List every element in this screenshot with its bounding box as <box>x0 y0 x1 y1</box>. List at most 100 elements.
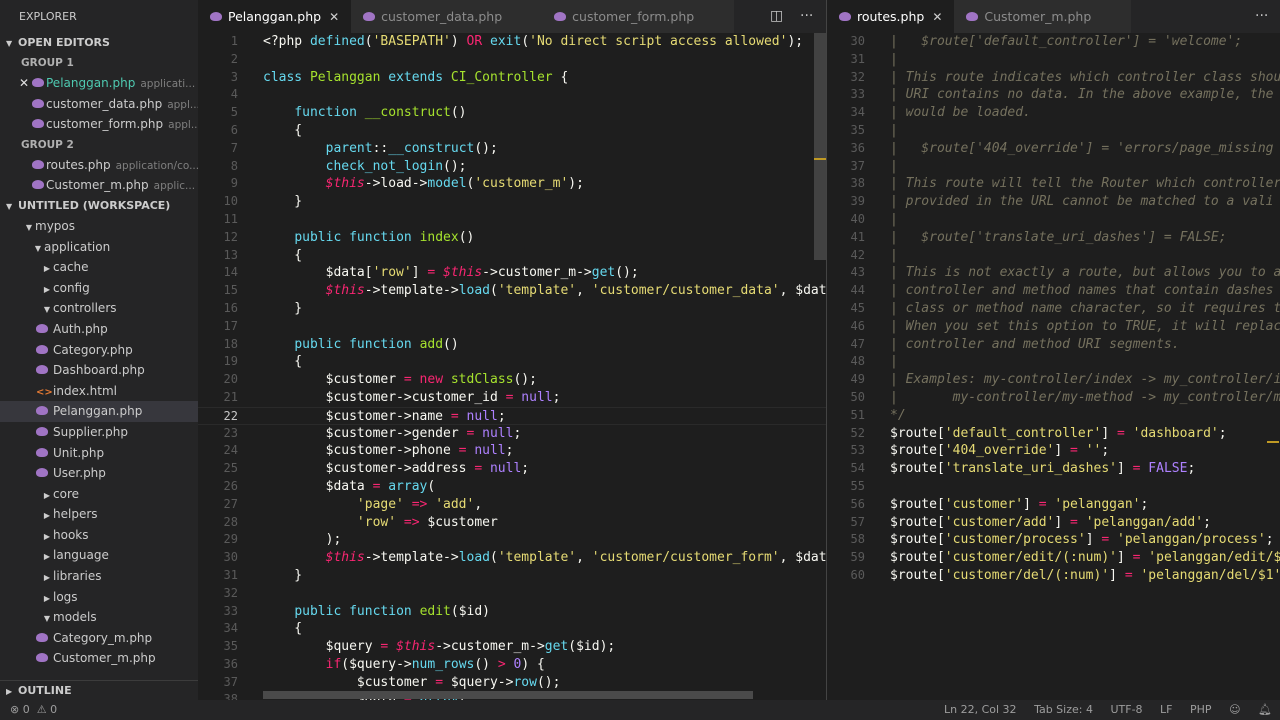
code-line[interactable]: 9 $this->load->model('customer_m'); <box>198 175 826 193</box>
code-line[interactable]: 14 $data['row'] = $this->customer_m->get… <box>198 264 826 282</box>
editor-group-2[interactable]: 30 | $route['default_controller'] = 'welc… <box>827 33 1280 700</box>
code-line[interactable]: 42 | <box>827 247 1280 265</box>
code-line[interactable]: 3 class Pelanggan extends CI_Controller { <box>198 69 826 87</box>
group-2-label[interactable]: GROUP 2 <box>0 135 198 155</box>
tab-routes-php[interactable]: routes.php ✕ <box>827 0 955 33</box>
code-line[interactable]: 2 <box>198 51 826 69</box>
code-line[interactable]: 28 'row' => $customer <box>198 514 826 532</box>
code-line[interactable]: 56 $route['customer'] = 'pelanggan'; <box>827 496 1280 514</box>
encoding[interactable]: UTF-8 <box>1110 703 1142 716</box>
code-line[interactable]: 60 $route['customer/del/(:num)'] = 'pelan… <box>827 567 1280 585</box>
tree-folder[interactable]: ▶ hooks <box>0 525 198 546</box>
outline-header[interactable]: ▶ OUTLINE <box>0 680 198 700</box>
code-line[interactable]: 58 $route['customer/process'] = 'pelangga… <box>827 531 1280 549</box>
tree-folder[interactable]: ▼ application <box>0 237 198 258</box>
open-editor-item[interactable]: routes.php application/co... <box>0 155 198 176</box>
line-ending[interactable]: LF <box>1160 703 1172 716</box>
code-line[interactable]: 50 | my-controller/my-method -> my_contro… <box>827 389 1280 407</box>
code-line[interactable]: 52 $route['default_controller'] = 'dashbo… <box>827 425 1280 443</box>
close-icon[interactable]: ✕ <box>932 10 942 24</box>
code-line[interactable]: 57 $route['customer/add'] = 'pelanggan/ad… <box>827 514 1280 532</box>
code-line[interactable]: 32 | This route indicates which controlle… <box>827 69 1280 87</box>
tree-folder[interactable]: ▶ language <box>0 545 198 566</box>
code-line[interactable]: 53 $route['404_override'] = ''; <box>827 442 1280 460</box>
code-line[interactable]: 5 function __construct() <box>198 104 826 122</box>
code-line[interactable]: 43 | This is not exactly a route, but all… <box>827 264 1280 282</box>
code-line[interactable]: 39 | provided in the URL cannot be matche… <box>827 193 1280 211</box>
code-line[interactable]: 23 $customer->gender = null; <box>198 425 826 443</box>
warning-icon[interactable]: ⚠ <box>37 703 47 716</box>
code-line[interactable]: 45 | class or method name character, so i… <box>827 300 1280 318</box>
editor-group-1[interactable]: 1 <?php defined('BASEPATH') OR exit('No d… <box>198 33 826 700</box>
cursor-position[interactable]: Ln 22, Col 32 <box>944 703 1017 716</box>
code-line[interactable]: 16 } <box>198 300 826 318</box>
close-icon[interactable]: ✕ <box>329 10 339 24</box>
tree-file[interactable]: Auth.php <box>0 319 198 340</box>
code-line[interactable]: 38 | This route will tell the Router whic… <box>827 175 1280 193</box>
warning-count[interactable]: 0 <box>50 703 57 716</box>
code-line[interactable]: 49 | Examples: my-controller/index -> my_… <box>827 371 1280 389</box>
code-line[interactable]: 35 $query = $this->customer_m->get($id); <box>198 638 826 656</box>
tree-file[interactable]: Customer_m.php <box>0 648 198 669</box>
more-actions-icon[interactable]: ··· <box>800 0 813 33</box>
code-line[interactable]: 19 { <box>198 353 826 371</box>
code-line[interactable]: 6 { <box>198 122 826 140</box>
tree-folder[interactable]: ▼ mypos <box>0 216 198 237</box>
code-line[interactable]: 41 | $route['translate_uri_dashes'] = FAL… <box>827 229 1280 247</box>
tab-size[interactable]: Tab Size: 4 <box>1034 703 1093 716</box>
bell-icon[interactable]: 🔔︎ <box>1258 703 1272 716</box>
code-line[interactable]: 24 $customer->phone = null; <box>198 442 826 460</box>
code-line[interactable]: 27 'page' => 'add', <box>198 496 826 514</box>
group-1-label[interactable]: GROUP 1 <box>0 53 198 73</box>
tree-file[interactable]: <>index.html <box>0 381 198 402</box>
error-count[interactable]: 0 <box>23 703 30 716</box>
tree-file[interactable]: Supplier.php <box>0 422 198 443</box>
code-line[interactable]: 18 public function add() <box>198 336 826 354</box>
code-line[interactable]: 10 } <box>198 193 826 211</box>
tree-file[interactable]: Category_m.php <box>0 628 198 649</box>
code-line[interactable]: 44 | controller and method names that con… <box>827 282 1280 300</box>
tree-folder[interactable]: ▶ config <box>0 278 198 299</box>
code-line[interactable]: 36 if($query->num_rows() > 0) { <box>198 656 826 674</box>
open-editor-item[interactable]: customer_form.php appl... <box>0 114 198 135</box>
code-line[interactable]: 33 | URI contains no data. In the above e… <box>827 86 1280 104</box>
code-line[interactable]: 36 | $route['404_override'] = 'errors/pag… <box>827 140 1280 158</box>
code-line[interactable]: 30 | $route['default_controller'] = 'welc… <box>827 33 1280 51</box>
tree-folder[interactable]: ▶ core <box>0 484 198 505</box>
tab-pelanggan-php[interactable]: Pelanggan.php ✕ <box>198 0 352 33</box>
tree-folder[interactable]: ▼ models <box>0 607 198 628</box>
code-line[interactable]: 33 public function edit($id) <box>198 603 826 621</box>
code-line[interactable]: 8 check_not_login(); <box>198 158 826 176</box>
code-line[interactable]: 21 $customer->customer_id = null; <box>198 389 826 407</box>
code-line[interactable]: 30 $this->template->load('template', 'cu… <box>198 549 826 567</box>
code-line[interactable]: 37 | <box>827 158 1280 176</box>
code-line[interactable]: 7 parent::__construct(); <box>198 140 826 158</box>
tab-customer-form-php[interactable]: customer_form.php <box>542 0 735 33</box>
open-editor-item[interactable]: ✕ Pelanggan.php applicati... <box>0 73 198 94</box>
code-line[interactable]: 29 ); <box>198 531 826 549</box>
error-icon[interactable]: ⊗ <box>10 703 19 716</box>
code-line[interactable]: 4 <box>198 86 826 104</box>
code-line[interactable]: 34 | would be loaded. <box>827 104 1280 122</box>
tree-folder[interactable]: ▼ controllers <box>0 298 198 319</box>
code-line[interactable]: 22 $customer->name = null; <box>198 406 826 425</box>
code-line[interactable]: 48 | <box>827 353 1280 371</box>
editor-1-horizontal-scrollbar[interactable] <box>263 691 753 699</box>
code-line[interactable]: 11 <box>198 211 826 229</box>
tree-file[interactable]: Dashboard.php <box>0 360 198 381</box>
code-line[interactable]: 54 $route['translate_uri_dashes'] = FALSE… <box>827 460 1280 478</box>
tree-file[interactable]: User.php <box>0 463 198 484</box>
tab-customer-data-php[interactable]: customer_data.php <box>351 0 543 33</box>
open-editor-item[interactable]: customer_data.php appl... <box>0 94 198 115</box>
code-line[interactable]: 59 $route['customer/edit/(:num)'] = 'pela… <box>827 549 1280 567</box>
code-line[interactable]: 32 <box>198 585 826 603</box>
tree-file[interactable]: Pelanggan.php <box>0 401 198 422</box>
code-line[interactable]: 31 } <box>198 567 826 585</box>
code-line[interactable]: 55 <box>827 478 1280 496</box>
workspace-header[interactable]: ▼ UNTITLED (WORKSPACE) <box>0 196 198 216</box>
tree-file[interactable]: Category.php <box>0 340 198 361</box>
tree-folder[interactable]: ▶ logs <box>0 587 198 608</box>
tab-customer-m-php[interactable]: Customer_m.php <box>954 0 1132 33</box>
code-line[interactable]: 12 public function index() <box>198 229 826 247</box>
code-line[interactable]: 51 */ <box>827 407 1280 425</box>
